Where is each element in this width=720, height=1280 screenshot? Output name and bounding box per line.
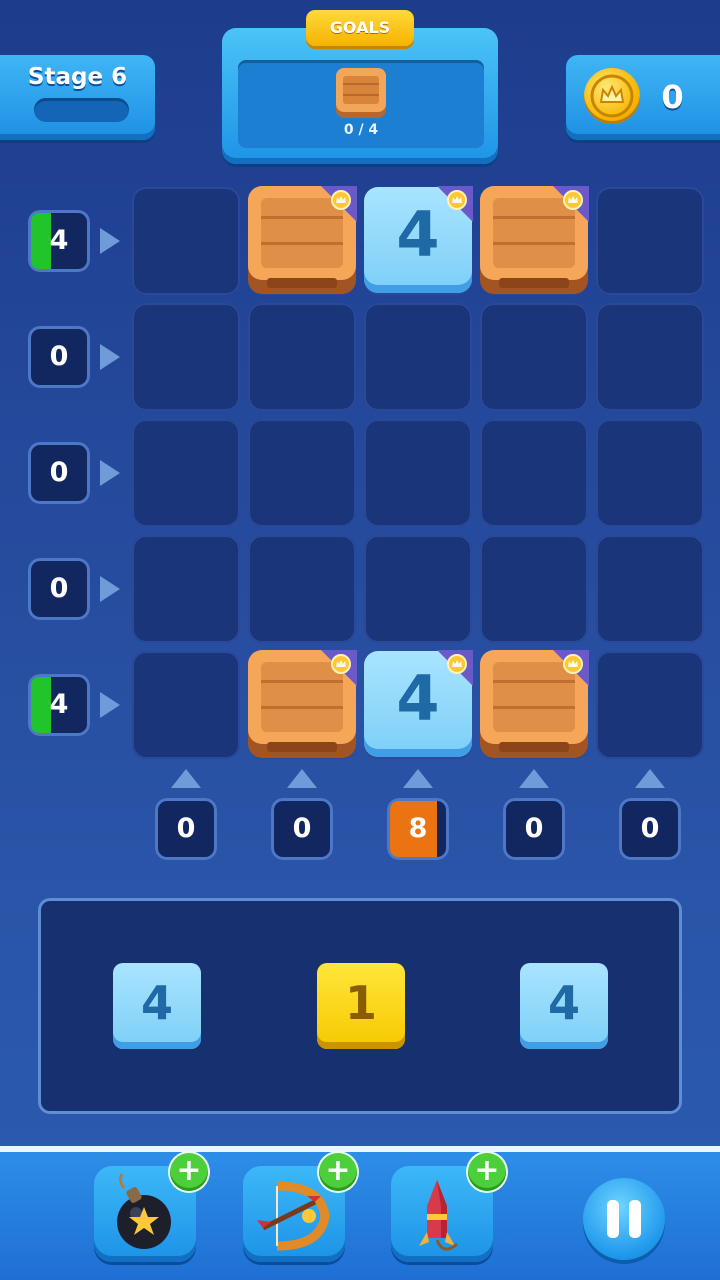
row-arrow-icon xyxy=(100,228,120,254)
crown-badge-icon xyxy=(423,186,473,236)
column-sum-value: 0 xyxy=(176,813,196,844)
crown-badge-icon xyxy=(423,650,473,700)
board-cell[interactable] xyxy=(248,419,356,527)
pause-icon xyxy=(607,1200,619,1238)
row-sum-value: 4 xyxy=(49,225,69,256)
crown-badge-icon xyxy=(539,186,589,236)
crossbow-add-button[interactable]: + xyxy=(319,1153,357,1191)
row-sum-indicator: 0 xyxy=(28,326,90,388)
bomb-add-button[interactable]: + xyxy=(170,1153,208,1191)
tray-piece-2[interactable]: 1 xyxy=(317,963,405,1049)
row-arrow-icon xyxy=(100,460,120,486)
tray-piece-3[interactable]: 4 xyxy=(520,963,608,1049)
board-cell[interactable] xyxy=(248,535,356,643)
row-arrow-icon xyxy=(100,576,120,602)
board-cell[interactable] xyxy=(132,535,240,643)
board-cell[interactable] xyxy=(132,651,240,759)
column-sum-value: 0 xyxy=(524,813,544,844)
column-sum-value: 8 xyxy=(408,813,428,844)
column-sum-value: 0 xyxy=(292,813,312,844)
row-sum-indicator: 0 xyxy=(28,558,90,620)
col-arrow-icon xyxy=(287,769,317,788)
crown-badge-icon xyxy=(307,186,357,236)
column-sum-indicator: 0 xyxy=(271,798,333,860)
game-board: 444000400800 xyxy=(0,0,720,880)
board-cell[interactable] xyxy=(480,535,588,643)
tray-piece-1[interactable]: 4 xyxy=(113,963,201,1049)
board-cell[interactable] xyxy=(480,303,588,411)
row-sum-indicator: 4 xyxy=(28,674,90,736)
col-arrow-icon xyxy=(403,769,433,788)
board-cell[interactable] xyxy=(132,187,240,295)
board-cell[interactable] xyxy=(480,419,588,527)
board-cell[interactable] xyxy=(596,651,704,759)
board-cell[interactable] xyxy=(596,535,704,643)
board-cell[interactable] xyxy=(364,535,472,643)
column-sum-indicator: 8 xyxy=(387,798,449,860)
crown-badge-icon xyxy=(539,650,589,700)
col-arrow-icon xyxy=(635,769,665,788)
column-sum-indicator: 0 xyxy=(503,798,565,860)
row-sum-value: 0 xyxy=(49,573,69,604)
column-sum-indicator: 0 xyxy=(619,798,681,860)
board-cell[interactable] xyxy=(248,303,356,411)
board-cell[interactable] xyxy=(132,303,240,411)
board-cell[interactable] xyxy=(596,303,704,411)
row-sum-value: 0 xyxy=(49,457,69,488)
board-cell[interactable] xyxy=(364,419,472,527)
row-sum-indicator: 0 xyxy=(28,442,90,504)
col-arrow-icon xyxy=(171,769,201,788)
row-arrow-icon xyxy=(100,344,120,370)
col-arrow-icon xyxy=(519,769,549,788)
column-sum-indicator: 0 xyxy=(155,798,217,860)
row-sum-indicator: 4 xyxy=(28,210,90,272)
row-sum-value: 4 xyxy=(49,689,69,720)
board-cell[interactable] xyxy=(596,419,704,527)
column-sum-value: 0 xyxy=(640,813,660,844)
board-cell[interactable] xyxy=(364,303,472,411)
board-cell[interactable] xyxy=(132,419,240,527)
board-cell[interactable] xyxy=(596,187,704,295)
row-sum-value: 0 xyxy=(49,341,69,372)
pause-button[interactable] xyxy=(583,1178,665,1260)
crown-badge-icon xyxy=(307,650,357,700)
rocket-add-button[interactable]: + xyxy=(468,1153,506,1191)
row-arrow-icon xyxy=(100,692,120,718)
